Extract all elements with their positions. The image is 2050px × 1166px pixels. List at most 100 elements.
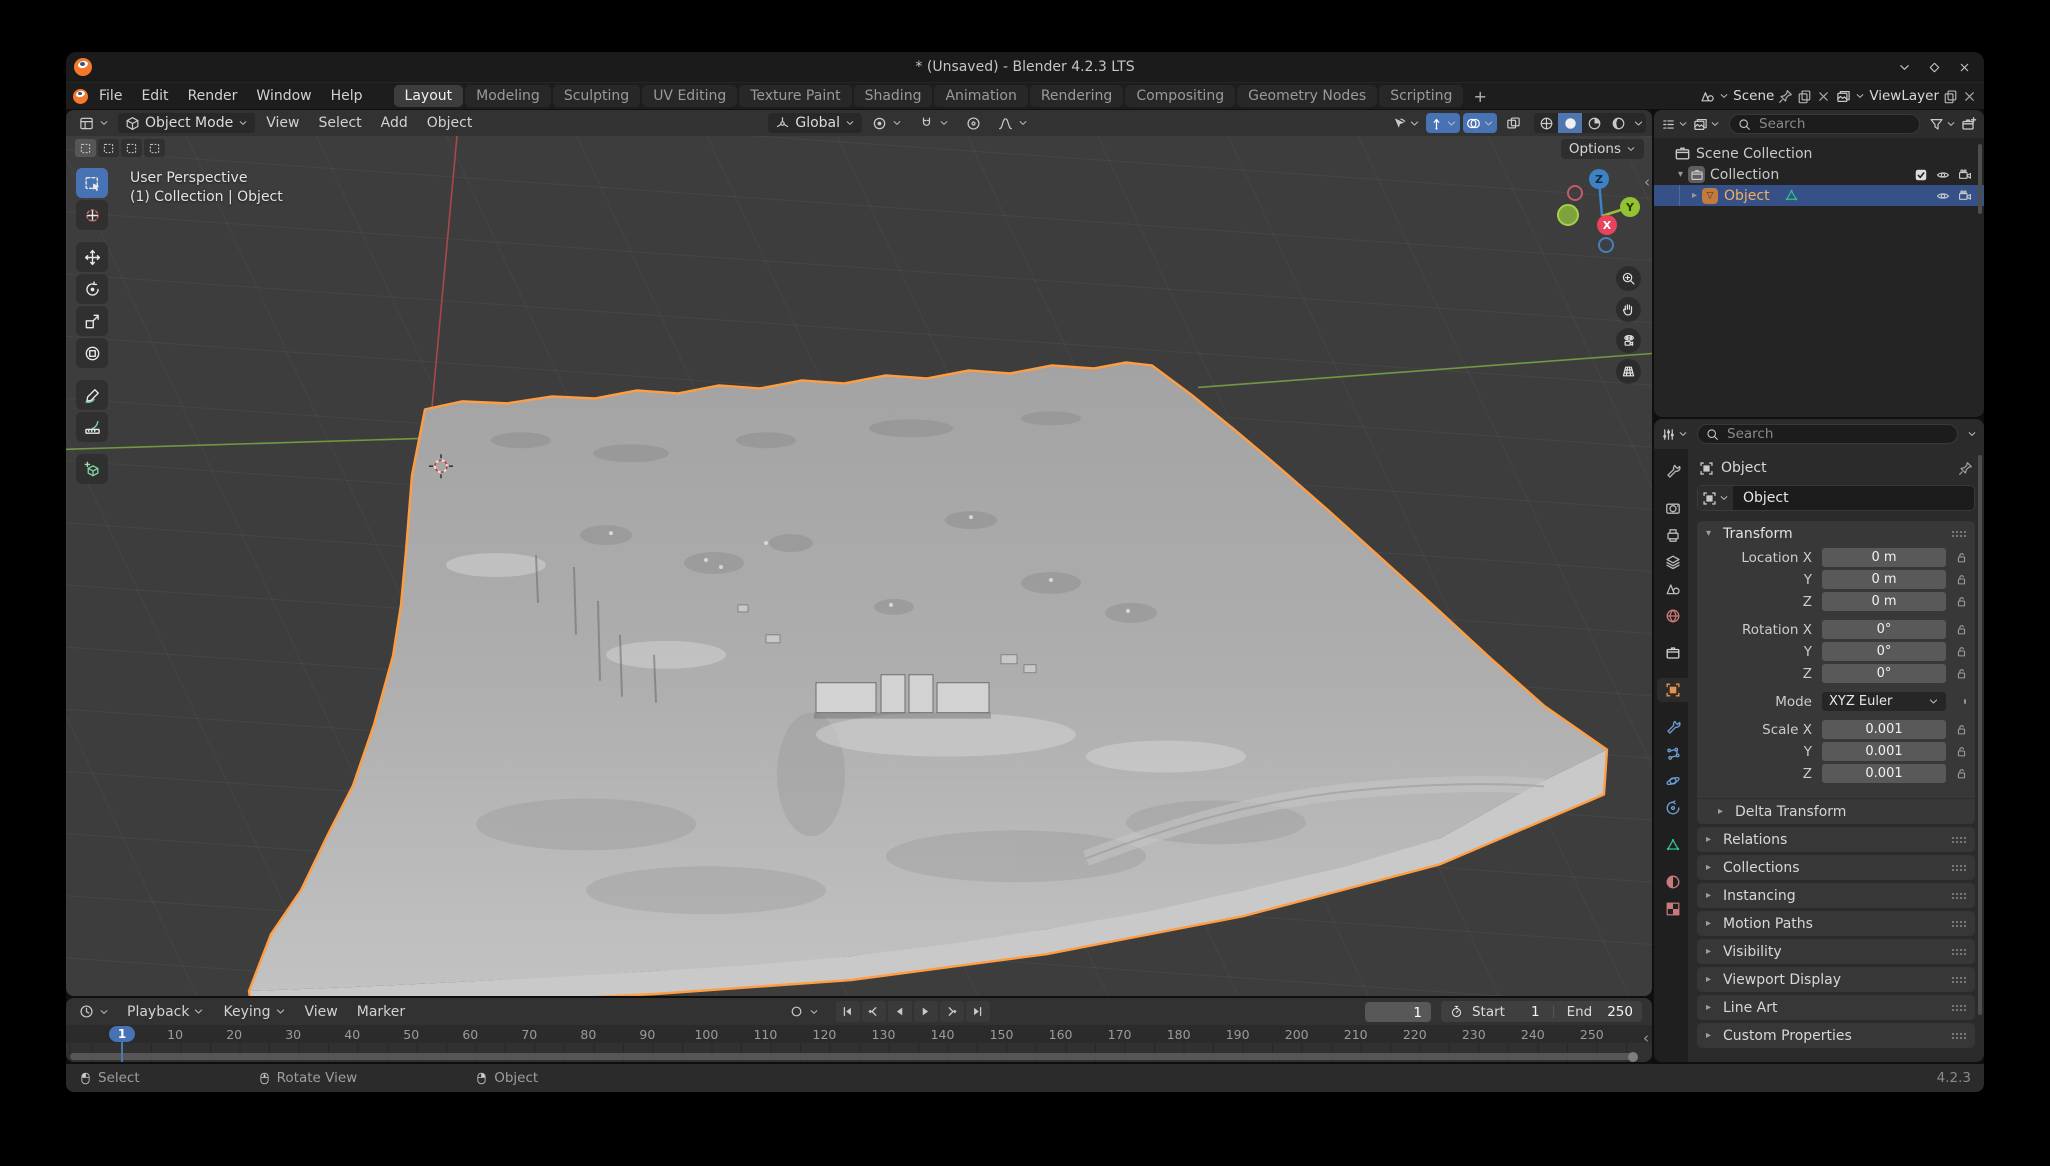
perspective-toggle-button[interactable] <box>1616 359 1641 384</box>
close-button[interactable] <box>1952 56 1976 78</box>
axis-y-ball[interactable]: Y <box>1620 197 1640 217</box>
add-workspace-button[interactable]: + <box>1465 85 1494 108</box>
axis-y-negative-ball[interactable] <box>1557 204 1579 226</box>
value-field-rotation-x[interactable]: 0° <box>1822 620 1946 639</box>
camera-toggle[interactable] <box>1954 168 1976 182</box>
object-id-dropdown[interactable] <box>1698 486 1734 510</box>
properties-tab-physics[interactable] <box>1657 769 1688 793</box>
properties-options-dropdown[interactable] <box>1967 429 1977 439</box>
proportional-editing-toggle[interactable] <box>959 114 988 133</box>
view-layer-selector[interactable]: ViewLayer <box>1836 88 1977 104</box>
timeline-menu-view[interactable]: View <box>296 1002 347 1022</box>
workspace-tab-texture-paint[interactable]: Texture Paint <box>739 85 851 107</box>
lock-open-icon[interactable] <box>1955 667 1968 680</box>
outliner-row-scene-collection[interactable]: Scene Collection <box>1654 143 1984 164</box>
properties-tab-view-layer[interactable] <box>1657 550 1688 574</box>
cursor-tool-button[interactable] <box>76 200 108 230</box>
mode-dropdown[interactable]: Object Mode <box>118 113 255 133</box>
title-bar[interactable]: * (Unsaved) - Blender 4.2.3 LTS <box>66 52 1984 82</box>
outliner-filter-dropdown[interactable] <box>1929 117 1956 132</box>
workspace-tab-uv-editing[interactable]: UV Editing <box>642 85 737 107</box>
select-subtract-button[interactable] <box>121 139 142 157</box>
breadcrumb-label[interactable]: Object <box>1721 460 1767 476</box>
lock-open-icon[interactable] <box>1955 645 1968 658</box>
new-scene-icon[interactable] <box>1797 89 1812 104</box>
jump-to-start-button[interactable] <box>836 1001 860 1022</box>
workspace-tab-sculpting[interactable]: Sculpting <box>553 85 640 107</box>
properties-tab-particles[interactable] <box>1657 742 1688 766</box>
outliner-search-input[interactable] <box>1757 115 1911 133</box>
timeline-ruler[interactable]: 1 10203040506070809010011012013014015016… <box>66 1025 1652 1043</box>
current-frame-badge[interactable]: 1 <box>109 1026 135 1042</box>
transform-orientation-dropdown[interactable]: Global <box>768 113 862 133</box>
camera-view-button[interactable] <box>1616 328 1641 353</box>
properties-tab-collection[interactable] <box>1657 641 1688 665</box>
annotate-tool-button[interactable] <box>76 380 108 410</box>
new-collection-button[interactable] <box>1961 116 1977 132</box>
properties-tab-constraints[interactable] <box>1657 796 1688 820</box>
jump-to-prev-keyframe-button[interactable] <box>862 1001 886 1022</box>
value-field-y[interactable]: 0 m <box>1822 570 1946 589</box>
outliner-scrollbar[interactable] <box>1978 144 1982 214</box>
outliner-scope-dropdown[interactable] <box>1693 117 1720 132</box>
maximize-button[interactable] <box>1922 56 1946 78</box>
sidebar-collapse-arrow[interactable]: ‹ <box>1644 176 1650 188</box>
panel-viewport-display[interactable]: ▸Viewport Display <box>1697 967 1975 992</box>
workspace-tab-animation[interactable]: Animation <box>934 85 1027 107</box>
current-frame-input[interactable] <box>1365 1003 1431 1023</box>
menu-file[interactable]: File <box>90 86 131 106</box>
properties-tab-texture[interactable] <box>1657 897 1688 921</box>
timeline-menu-marker[interactable]: Marker <box>348 1002 414 1022</box>
pin-icon[interactable] <box>1778 89 1793 104</box>
overlays-toggle-button[interactable] <box>1463 113 1497 133</box>
scale-tool-button[interactable] <box>76 306 108 336</box>
jump-to-end-button[interactable] <box>966 1001 990 1022</box>
eye-toggle[interactable] <box>1932 189 1954 203</box>
panel-visibility[interactable]: ▸Visibility <box>1697 939 1975 964</box>
expander-icon[interactable]: ▸ <box>1687 190 1702 201</box>
zoom-button[interactable] <box>1616 266 1641 291</box>
workspace-tab-modeling[interactable]: Modeling <box>465 85 551 107</box>
workspace-tab-layout[interactable]: Layout <box>394 85 464 107</box>
end-value[interactable]: 250 <box>1607 1004 1633 1020</box>
value-field-y[interactable]: 0° <box>1822 642 1946 661</box>
viewport-canvas[interactable]: Options User Perspective (1) Collection … <box>66 136 1652 996</box>
object-name-field[interactable] <box>1697 485 1975 511</box>
properties-scrollbar[interactable] <box>1978 455 1982 1015</box>
lock-open-icon[interactable] <box>1955 767 1968 780</box>
material-preview-shading-button[interactable] <box>1582 113 1606 133</box>
properties-editor-type-button[interactable] <box>1661 427 1688 442</box>
outliner-row-collection[interactable]: ▾Collection <box>1654 164 1984 185</box>
wireframe-shading-button[interactable] <box>1534 113 1558 133</box>
box-select-tool-button[interactable] <box>76 168 108 198</box>
expander-icon[interactable]: ▾ <box>1673 169 1688 180</box>
eye-toggle[interactable] <box>1932 168 1954 182</box>
proportional-falloff-dropdown[interactable] <box>991 114 1035 133</box>
blender-menu-logo-icon[interactable] <box>73 89 88 104</box>
object-type-visibility-button[interactable] <box>1389 113 1423 133</box>
scene-selector[interactable]: Scene <box>1700 88 1831 104</box>
workspace-tab-compositing[interactable]: Compositing <box>1125 85 1235 107</box>
workspace-tab-geometry-nodes[interactable]: Geometry Nodes <box>1237 85 1377 107</box>
select-intersect-button[interactable] <box>144 139 165 157</box>
properties-tab-material[interactable] <box>1657 870 1688 894</box>
shading-dropdown[interactable] <box>1630 113 1646 133</box>
snapping-toggle[interactable] <box>912 114 956 133</box>
pivot-point-dropdown[interactable] <box>865 114 909 133</box>
lock-open-icon[interactable] <box>1955 551 1968 564</box>
camera-toggle[interactable] <box>1954 189 1976 203</box>
navigation-gizmo[interactable]: Z Y X <box>1554 164 1646 258</box>
viewport-menu-add[interactable]: Add <box>372 113 417 133</box>
play-button[interactable] <box>914 1001 938 1022</box>
start-value[interactable]: 1 <box>1531 1004 1540 1020</box>
value-field-z[interactable]: 0 m <box>1822 592 1946 611</box>
workspace-tab-scripting[interactable]: Scripting <box>1379 85 1463 107</box>
value-field-location-x[interactable]: 0 m <box>1822 548 1946 567</box>
transform-tool-button[interactable] <box>76 338 108 368</box>
axis-z-negative-ball[interactable] <box>1598 237 1614 253</box>
axis-x-negative-ball[interactable] <box>1567 185 1583 201</box>
workspace-tab-shading[interactable]: Shading <box>854 85 933 107</box>
lock-open-icon[interactable] <box>1955 595 1968 608</box>
axis-z-ball[interactable]: Z <box>1589 169 1609 189</box>
outliner-row-object[interactable]: ▸▽Object <box>1654 185 1984 206</box>
